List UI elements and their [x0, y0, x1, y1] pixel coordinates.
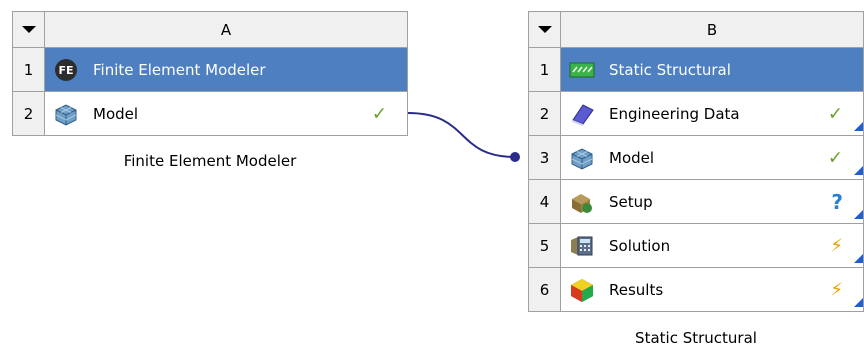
cell-label: Finite Element Modeler	[93, 60, 266, 79]
cell-label: Results	[609, 280, 664, 299]
engineering-data-icon	[569, 101, 595, 127]
model-mesh-icon	[569, 145, 595, 171]
check-icon: ✓	[371, 103, 387, 124]
corner-marker-icon	[854, 254, 863, 263]
caret-down-icon[interactable]	[21, 26, 36, 33]
collapse-caret[interactable]	[528, 11, 561, 48]
column-letter: A	[44, 11, 408, 48]
cell-solution[interactable]: Solution ⚡	[560, 223, 864, 268]
table-row[interactable]: 4 Setup ?	[528, 179, 864, 224]
cell-label: Model	[609, 148, 655, 167]
corner-marker-icon	[854, 298, 863, 307]
table-row[interactable]: 5 Solution ⚡	[528, 223, 864, 268]
row-number: 5	[528, 223, 561, 268]
row-number: 1	[12, 47, 45, 92]
table-row[interactable]: 1 Static Structural	[528, 47, 864, 92]
row-number: 2	[528, 91, 561, 136]
model-mesh-icon	[53, 101, 79, 127]
corner-marker-icon	[854, 122, 863, 131]
cell-static-structural[interactable]: Static Structural	[560, 47, 864, 92]
column-letter: B	[560, 11, 864, 48]
svg-text:FE: FE	[58, 64, 73, 77]
cell-engineering-data[interactable]: Engineering Data ✓	[560, 91, 864, 136]
row-number: 1	[528, 47, 561, 92]
caret-down-icon[interactable]	[537, 26, 552, 33]
table-row[interactable]: 2 Model ✓	[12, 91, 408, 136]
cell-label: Static Structural	[609, 60, 731, 79]
row-number: 6	[528, 267, 561, 312]
cell-results[interactable]: Results ⚡	[560, 267, 864, 312]
cell-finite-element-modeler[interactable]: FE Finite Element Modeler	[44, 47, 408, 92]
system-b[interactable]: B 1 Static Structural 2 Engineering Data…	[528, 11, 864, 312]
lightning-icon: ⚡	[830, 235, 843, 256]
solution-icon	[569, 233, 595, 259]
static-structural-icon	[569, 57, 595, 83]
system-a-header: A	[12, 11, 408, 48]
table-row[interactable]: 2 Engineering Data ✓	[528, 91, 864, 136]
system-a[interactable]: A 1 FE Finite Element Modeler 2 Model ✓	[12, 11, 408, 136]
row-number: 4	[528, 179, 561, 224]
table-row[interactable]: 3 Model ✓	[528, 135, 864, 180]
check-icon: ✓	[827, 103, 843, 124]
row-number: 2	[12, 91, 45, 136]
system-a-caption[interactable]: Finite Element Modeler	[12, 152, 408, 170]
table-row[interactable]: 6 Results ⚡	[528, 267, 864, 312]
corner-marker-icon	[854, 166, 863, 175]
cell-model[interactable]: Model ✓	[560, 135, 864, 180]
cell-model[interactable]: Model ✓	[44, 91, 408, 136]
cell-label: Solution	[609, 236, 671, 255]
fe-icon: FE	[53, 57, 79, 83]
system-b-caption[interactable]: Static Structural	[528, 329, 864, 347]
table-row[interactable]: 1 FE Finite Element Modeler	[12, 47, 408, 92]
cell-setup[interactable]: Setup ?	[560, 179, 864, 224]
collapse-caret[interactable]	[12, 11, 45, 48]
corner-marker-icon	[854, 210, 863, 219]
setup-icon	[569, 189, 595, 215]
lightning-icon: ⚡	[830, 279, 843, 300]
check-icon: ✓	[827, 147, 843, 168]
cell-label: Model	[93, 104, 139, 123]
cell-label: Engineering Data	[609, 104, 740, 123]
cell-label: Setup	[609, 192, 653, 211]
row-number: 3	[528, 135, 561, 180]
results-icon	[569, 277, 595, 303]
system-b-header: B	[528, 11, 864, 48]
question-icon: ?	[831, 189, 843, 214]
